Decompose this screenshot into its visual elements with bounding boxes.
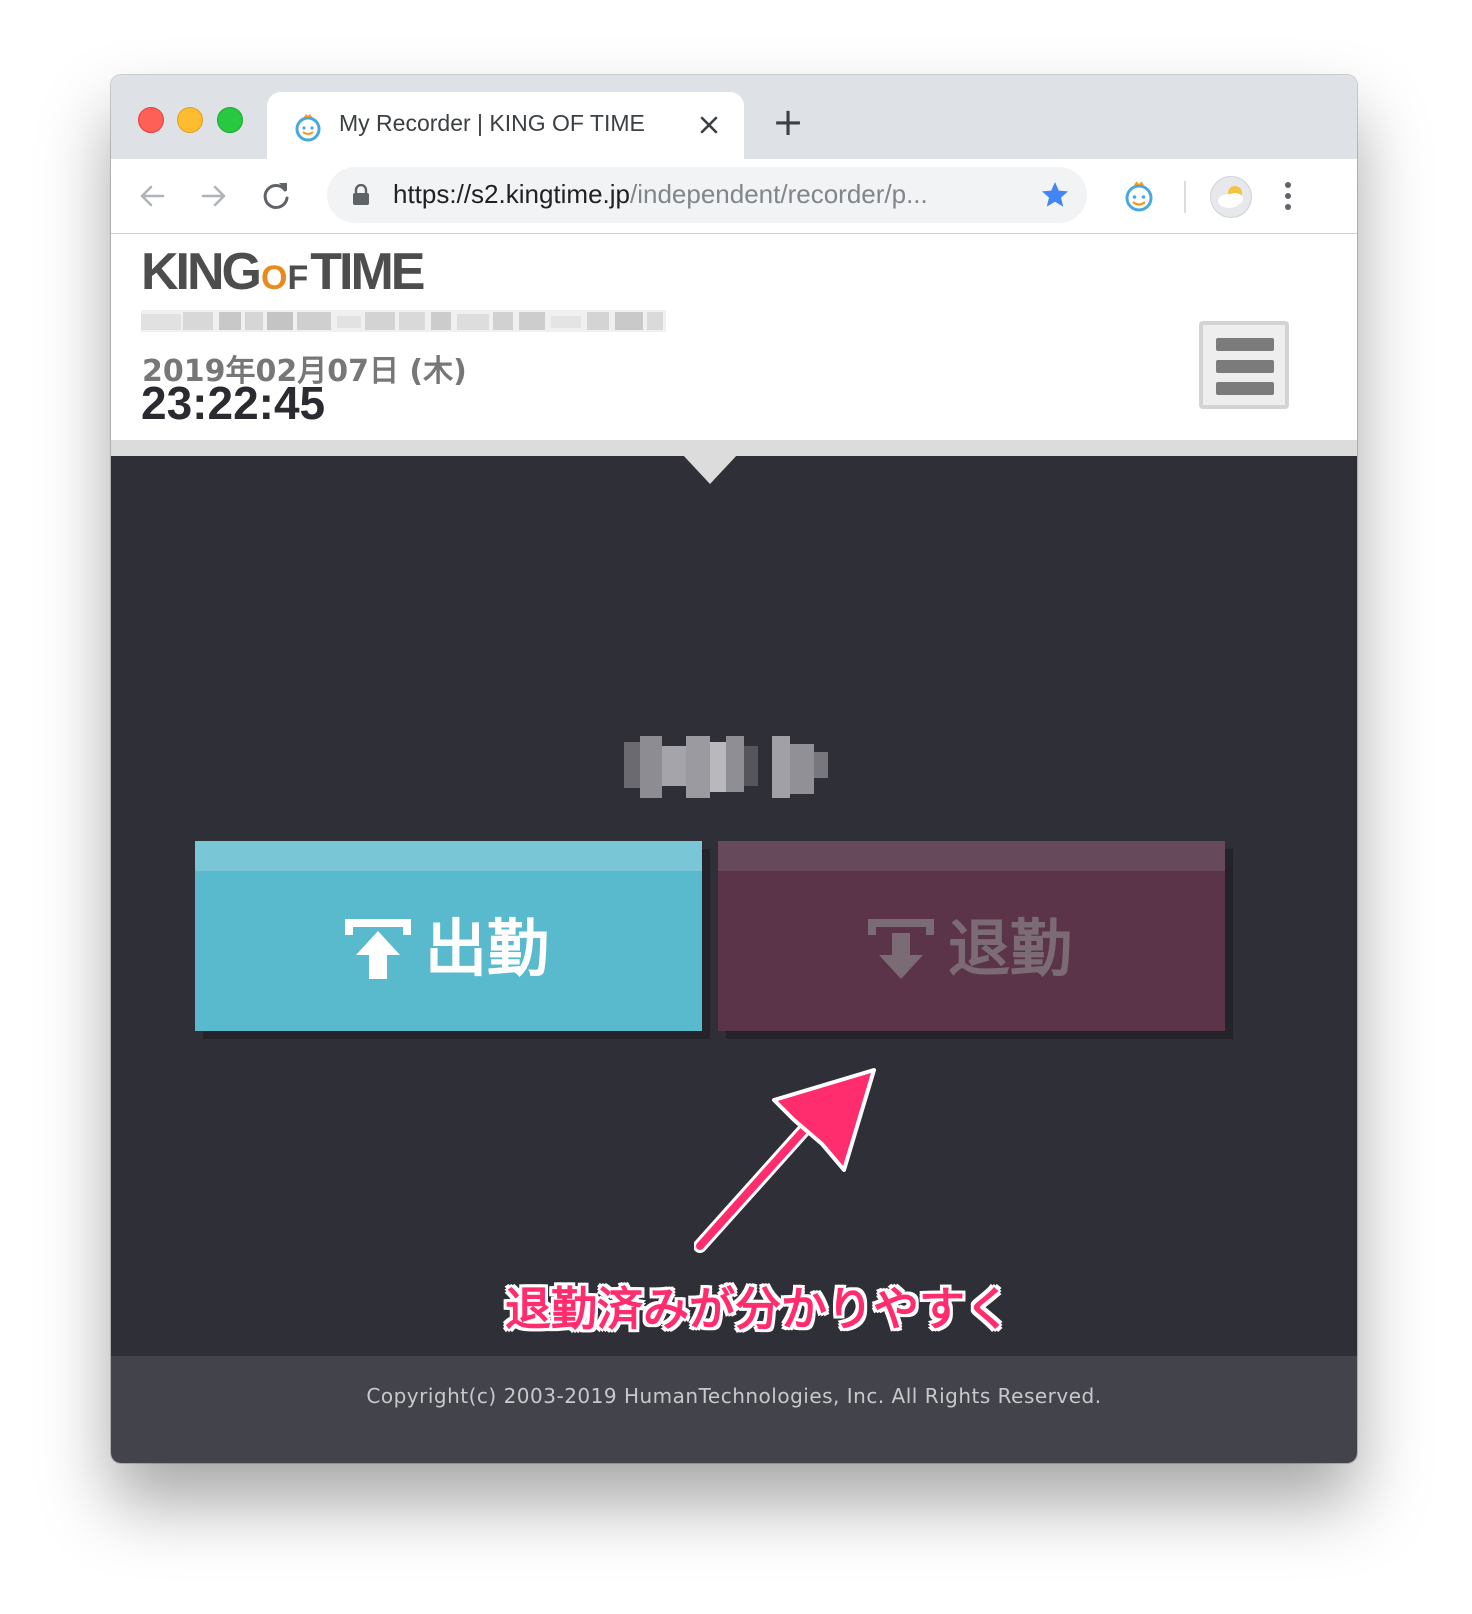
- forward-arrow-icon[interactable]: [195, 177, 233, 215]
- browser-toolbar: https://s2.kingtime.jp/independent/recor…: [111, 159, 1357, 234]
- clock-out-button[interactable]: 退勤: [718, 841, 1233, 1039]
- page-header: KING OF TIME 2019年02月07日 (木) 23:22:45: [111, 234, 1357, 440]
- browser-window: My Recorder | KING OF TIME + https://s2.…: [111, 75, 1357, 1463]
- bookmark-star-icon[interactable]: [1039, 179, 1071, 211]
- clock-in-button[interactable]: 出勤: [195, 841, 710, 1039]
- stopwatch-icon: [295, 114, 321, 142]
- lock-icon: [353, 184, 369, 205]
- tab-bar: My Recorder | KING OF TIME +: [111, 75, 1357, 159]
- annotation-arrow-icon: [694, 1068, 876, 1253]
- weather-cloud-icon: [1218, 186, 1243, 208]
- close-window-button[interactable]: [138, 107, 164, 133]
- user-name-redacted: [624, 736, 828, 798]
- new-tab-button[interactable]: +: [771, 103, 805, 141]
- tab-my-recorder[interactable]: My Recorder | KING OF TIME: [267, 92, 744, 159]
- minimize-window-button[interactable]: [177, 107, 203, 133]
- clock-out-label: 退勤: [948, 912, 1073, 985]
- maximize-window-button[interactable]: [217, 107, 243, 133]
- hamburger-menu-button[interactable]: [1199, 321, 1289, 409]
- clock-out-arrow-down-icon: [868, 919, 934, 979]
- annotation-text: 退勤済みが分かりやすく: [505, 1282, 1011, 1336]
- page-footer: Copyright(c) 2003-2019 HumanTechnologies…: [111, 1356, 1357, 1463]
- more-menu-icon[interactable]: [1281, 179, 1295, 213]
- profile-avatar[interactable]: [1210, 176, 1252, 218]
- copyright-text: Copyright(c) 2003-2019 HumanTechnologies…: [366, 1384, 1102, 1408]
- page-content: KING OF TIME 2019年02月07日 (木) 23:22:45 出勤…: [111, 234, 1357, 1463]
- clock-in-arrow-up-icon: [345, 919, 411, 979]
- clock-in-label: 出勤: [425, 912, 550, 985]
- kingoftime-extension-icon[interactable]: [1122, 179, 1156, 213]
- menu-bar-icon: [1216, 338, 1274, 351]
- back-arrow-icon[interactable]: [133, 177, 171, 215]
- toolbar-separator: [1184, 181, 1186, 213]
- current-time: 23:22:45: [141, 377, 326, 429]
- header-notch: [682, 454, 738, 484]
- recorder-panel: 出勤 退勤 退勤済みが分かりやすく: [111, 456, 1357, 1356]
- url-text: https://s2.kingtime.jp/independent/recor…: [393, 179, 928, 209]
- tab-title: My Recorder | KING OF TIME: [339, 110, 645, 136]
- address-bar[interactable]: https://s2.kingtime.jp/independent/recor…: [327, 167, 1087, 223]
- king-of-time-logo: KING OF TIME: [141, 243, 425, 301]
- reload-icon[interactable]: [257, 177, 295, 215]
- company-name-redacted: [141, 310, 666, 332]
- close-icon[interactable]: [694, 110, 724, 140]
